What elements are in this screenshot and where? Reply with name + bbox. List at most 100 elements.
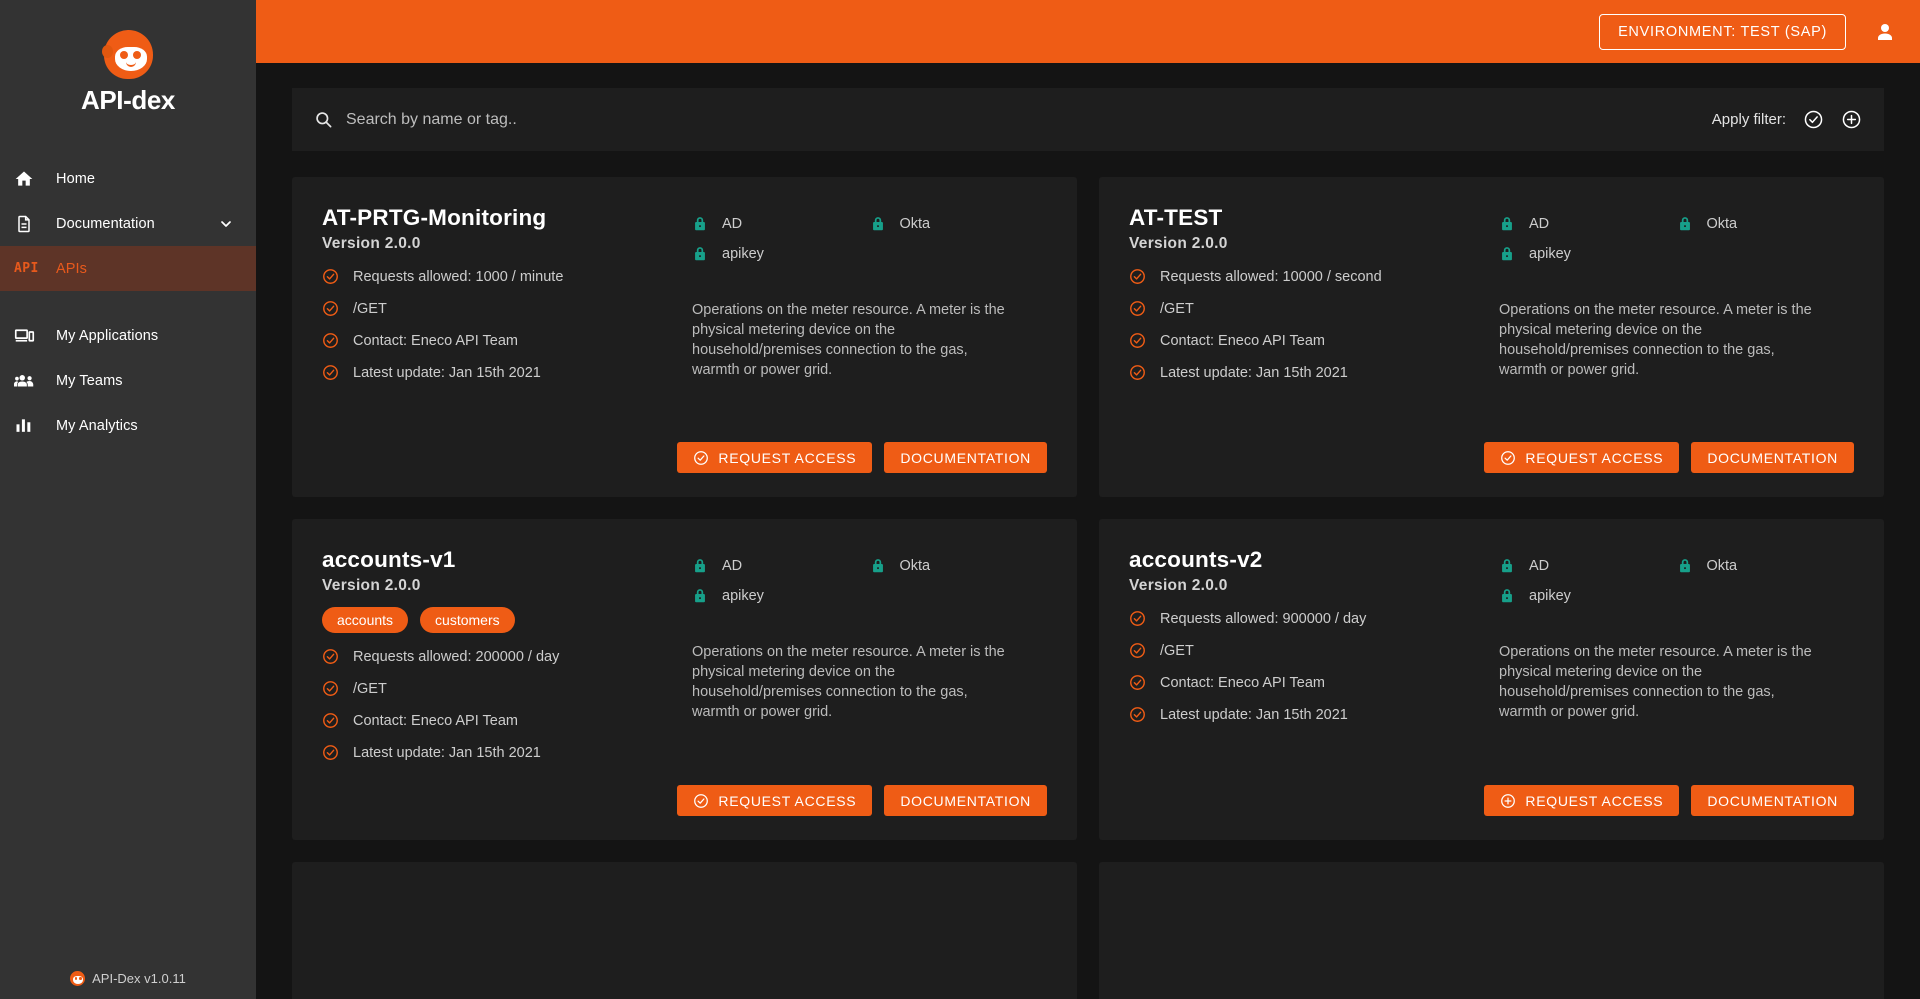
api-card-feature: /GET — [322, 680, 682, 697]
tag-chip[interactable]: accounts — [322, 607, 409, 633]
sidebar-item-label: Documentation — [56, 215, 155, 232]
plus-circle-icon — [1500, 793, 1516, 809]
request-access-button[interactable]: REQUEST ACCESS — [1484, 442, 1680, 473]
api-card-feature-text: Requests allowed: 10000 / second — [1160, 268, 1382, 285]
check-circle-icon — [1129, 706, 1146, 723]
api-card-version: Version 2.0.0 — [1129, 577, 1228, 594]
sidebar-item-home[interactable]: Home — [0, 156, 256, 201]
api-card-feature: Contact: Eneco API Team — [322, 712, 682, 729]
api-card[interactable]: accounts-v1 Version 2.0.0 accounts custo… — [292, 519, 1077, 840]
auth-method: Okta — [870, 215, 1048, 233]
environment-button[interactable]: ENVIRONMENT: TEST (SAP) — [1599, 13, 1846, 50]
api-card[interactable] — [292, 862, 1077, 999]
request-access-label: REQUEST ACCESS — [718, 449, 857, 466]
lock-icon — [692, 245, 708, 263]
api-card[interactable]: accounts-v2 Version 2.0.0 Requests allow… — [1099, 519, 1884, 840]
lock-icon — [1499, 587, 1515, 605]
api-card-feature-text: Latest update: Jan 15th 2021 — [1160, 706, 1348, 723]
auth-method-label: AD — [722, 216, 743, 232]
documentation-button[interactable]: DOCUMENTATION — [1691, 785, 1854, 816]
devices-icon — [14, 325, 56, 346]
apply-filter-label: Apply filter: — [1711, 111, 1786, 128]
api-card-feature-text: Latest update: Jan 15th 2021 — [1160, 364, 1348, 381]
sidebar-item-documentation[interactable]: Documentation — [0, 201, 256, 246]
chevron-down-icon[interactable] — [218, 216, 234, 232]
sidebar-divider-space — [0, 291, 256, 313]
search-input[interactable] — [346, 110, 1712, 129]
sidebar-nav: Home Documentation API APIs My Applicati… — [0, 156, 256, 448]
api-card-actions: REQUEST ACCESS DOCUMENTATION — [322, 761, 1047, 816]
auth-method: Okta — [870, 557, 1048, 575]
api-card-feature-text: Latest update: Jan 15th 2021 — [353, 364, 541, 381]
brand-logo[interactable]: API-dex — [0, 0, 256, 116]
documentation-button[interactable]: DOCUMENTATION — [1691, 442, 1854, 473]
api-card[interactable]: AT-PRTG-Monitoring Version 2.0.0 Request… — [292, 177, 1077, 497]
api-card-feature: Requests allowed: 1000 / minute — [322, 268, 682, 285]
lock-icon — [692, 557, 708, 575]
api-card-feature: Latest update: Jan 15th 2021 — [1129, 364, 1489, 381]
person-icon[interactable] — [1872, 19, 1898, 45]
sidebar-item-my-teams[interactable]: My Teams — [0, 358, 256, 403]
check-circle-icon — [322, 680, 339, 697]
lock-icon — [1677, 215, 1693, 233]
api-card-version: Version 2.0.0 — [322, 577, 421, 594]
api-card-actions: REQUEST ACCESS DOCUMENTATION — [1129, 418, 1854, 473]
api-card-version: Version 2.0.0 — [322, 235, 421, 252]
lock-icon — [1499, 215, 1515, 233]
check-circle-icon[interactable] — [1803, 109, 1824, 130]
lock-icon — [870, 215, 886, 233]
plus-circle-icon[interactable] — [1841, 109, 1862, 130]
documentation-button[interactable]: DOCUMENTATION — [884, 785, 1047, 816]
sidebar-item-label: My Analytics — [56, 417, 138, 434]
content-scroll-area: Apply filter: AT-PRTG-Monitoring Ve — [256, 63, 1920, 999]
api-card-feature: /GET — [322, 300, 682, 317]
brand-name: API-dex — [80, 85, 175, 115]
auth-method: Okta — [1677, 215, 1855, 233]
api-dex-mini-logo-icon — [70, 971, 86, 986]
api-card-description: Operations on the meter resource. A mete… — [692, 644, 1005, 720]
documentation-button[interactable]: DOCUMENTATION — [884, 442, 1047, 473]
check-circle-icon — [322, 364, 339, 381]
request-access-button[interactable]: REQUEST ACCESS — [677, 442, 873, 473]
api-card-auth-list: AD Okta apikey — [1499, 215, 1854, 263]
app-root: API-dex Home Documentation API APIs My A… — [0, 0, 1920, 999]
request-access-button[interactable]: REQUEST ACCESS — [677, 785, 873, 816]
sidebar-item-apis[interactable]: API APIs — [0, 246, 256, 291]
api-card-description: Operations on the meter resource. A mete… — [1499, 644, 1812, 720]
sidebar-item-my-applications[interactable]: My Applications — [0, 313, 256, 358]
top-bar: ENVIRONMENT: TEST (SAP) — [256, 0, 1920, 63]
app-version-text: API-Dex v1.0.11 — [92, 971, 186, 986]
api-card-auth-and-desc: AD Okta apikey Operations on the meter r… — [1489, 205, 1854, 418]
api-card-tags: accounts customers — [322, 607, 682, 633]
auth-method: apikey — [692, 587, 870, 605]
api-card-feature-text: Contact: Eneco API Team — [353, 332, 518, 349]
check-circle-icon — [322, 332, 339, 349]
api-card-feature: Requests allowed: 10000 / second — [1129, 268, 1489, 285]
request-access-button[interactable]: REQUEST ACCESS — [1484, 785, 1680, 816]
check-circle-icon — [322, 268, 339, 285]
api-card-feature-text: /GET — [1160, 300, 1194, 317]
api-card-feature-text: Contact: Eneco API Team — [1160, 674, 1325, 691]
auth-method-label: apikey — [722, 588, 764, 604]
sidebar-item-my-analytics[interactable]: My Analytics — [0, 403, 256, 448]
check-circle-icon — [322, 712, 339, 729]
auth-method-label: AD — [1529, 558, 1550, 574]
api-card-info: AT-PRTG-Monitoring Version 2.0.0 Request… — [322, 205, 682, 418]
api-card-info: accounts-v2 Version 2.0.0 Requests allow… — [1129, 547, 1489, 761]
api-card-feature-text: Latest update: Jan 15th 2021 — [353, 744, 541, 761]
auth-method: AD — [692, 557, 870, 575]
api-card[interactable]: AT-TEST Version 2.0.0 Requests allowed: … — [1099, 177, 1884, 497]
check-circle-icon — [1129, 610, 1146, 627]
lock-icon — [1677, 557, 1693, 575]
filter-controls: Apply filter: — [1712, 109, 1862, 130]
api-card-feature-text: /GET — [353, 300, 387, 317]
auth-method: Okta — [1677, 557, 1855, 575]
sidebar-item-label: Home — [56, 170, 96, 187]
check-circle-icon — [693, 793, 709, 809]
api-card-feature: Latest update: Jan 15th 2021 — [1129, 706, 1489, 723]
lock-icon — [1499, 557, 1515, 575]
check-circle-icon — [322, 648, 339, 665]
api-card[interactable] — [1099, 862, 1884, 999]
api-card-feature-text: Contact: Eneco API Team — [353, 712, 518, 729]
tag-chip[interactable]: customers — [420, 607, 515, 633]
